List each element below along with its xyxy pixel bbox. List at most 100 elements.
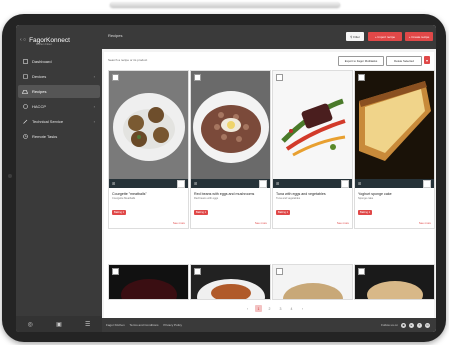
filter-icon: ⚲ [350,34,353,39]
footer-links: Fagor Kitchen Terms and Conditions Priva… [102,323,182,327]
recipe-name: Yoghurt sponge cake [358,192,392,196]
footer-link[interactable]: Privacy Policy [163,323,182,327]
favorite-checkbox[interactable] [177,180,185,188]
oven-icon: ⊞ [276,181,280,186]
settings-icon[interactable]: ▣ [56,321,62,328]
delete-selected-button[interactable]: Delete Selected [386,56,422,66]
see-more-link[interactable]: See more [173,221,185,225]
facebook-icon[interactable]: f [417,322,422,328]
stylus [110,2,340,7]
sidebar-item-devices[interactable]: Devices › [18,70,100,83]
page-button-1[interactable]: 1 [255,305,262,312]
select-checkbox[interactable] [194,74,201,81]
dashboard-icon [22,59,28,64]
sidebar-item-remote-tasks[interactable]: Remote Tasks [18,130,100,143]
favorite-checkbox[interactable] [259,180,267,188]
page-title: Recipes [108,33,123,38]
sidebar-item-label: Recipes [32,89,47,94]
recipe-image [355,265,434,299]
oven-icon: ⊞ [194,181,198,186]
chevron-down-icon: › [93,119,95,124]
favorite-checkbox[interactable] [423,180,431,188]
select-checkbox[interactable] [276,268,283,275]
recipe-subtitle: Sponge cake [358,197,374,200]
category-tag: Baking 1 [112,210,127,215]
page-button-3[interactable]: 3 [277,305,284,312]
social-links: Follow us on ◉ ▸ f in [381,322,430,328]
export-button[interactable]: Export to Fagor Multitasks [338,56,384,66]
recipe-image [273,71,352,179]
recipe-card[interactable]: ⊞ Tuna with eggs and vegetables Tuna and… [272,70,353,229]
footer-link[interactable]: Terms and Conditions [130,323,159,327]
tablet-frame: ‹ ○ FagorKonnect Kitchen Cloud Dashboard… [2,14,446,342]
page-button-2[interactable]: 2 [266,305,273,312]
linkedin-icon[interactable]: in [425,322,430,328]
sidebar-item-label: Dashboard [32,59,52,64]
menu-icon[interactable]: ☰ [85,321,90,328]
import-recipe-button[interactable]: + Import recipe [368,32,402,41]
sidebar-item-dashboard[interactable]: Dashboard [18,55,100,68]
sidebar-item-recipes[interactable]: Recipes [18,85,100,98]
recipe-name: Tuna with eggs and vegetables [276,192,326,196]
recipe-card[interactable]: ⊞ Courgette "meatballs" Courgette Meatba… [108,70,189,229]
recipe-icon [22,89,28,94]
favorite-checkbox[interactable] [341,180,349,188]
recipe-card[interactable] [108,264,189,300]
clock-icon [22,134,28,139]
select-checkbox[interactable] [112,268,119,275]
chevron-down-icon: › [93,74,95,79]
recipe-image [109,265,188,299]
follow-label: Follow us on [381,323,398,327]
instagram-icon[interactable]: ◉ [401,322,406,328]
oven-icon: ⊞ [112,181,116,186]
recipe-image [273,265,352,299]
next-page-button[interactable]: › [299,305,306,312]
top-bar: Recipes ⚲ Filter + Import recipe + Creat… [102,25,436,49]
see-more-link[interactable]: See more [255,221,267,225]
recipe-name: Courgette "meatballs" [112,192,147,196]
select-checkbox[interactable] [276,74,283,81]
select-checkbox[interactable] [358,268,365,275]
select-checkbox[interactable] [194,268,201,275]
sidebar-footer: ◎ ▣ ☰ [16,316,102,332]
see-more-link[interactable]: See more [419,221,431,225]
card-action-bar: ⊞ [191,179,270,188]
sidebar: ‹ ○ FagorKonnect Kitchen Cloud Dashboard… [16,25,102,332]
sidebar-item-haccp[interactable]: HACCP › [18,100,100,113]
select-checkbox[interactable] [112,74,119,81]
recipe-subtitle: Tuna and vegetables [276,197,301,200]
trash-icon[interactable]: ▾ [424,56,430,64]
youtube-icon[interactable]: ▸ [409,322,414,328]
screen: ‹ ○ FagorKonnect Kitchen Cloud Dashboard… [16,25,436,332]
recipe-card[interactable] [354,264,435,300]
prev-page-button[interactable]: ‹ [244,305,251,312]
footer: Fagor Kitchen Terms and Conditions Priva… [102,318,436,332]
create-recipe-button[interactable]: + Create recipe [405,32,433,41]
recipe-subtitle: Red beans with eggs [194,197,219,200]
card-action-bar: ⊞ [355,179,434,188]
filter-button[interactable]: ⚲ Filter [346,32,364,41]
sidebar-nav: Dashboard Devices › Recipes HACCP › Tech… [18,55,100,145]
category-tag: Baking 1 [194,210,209,215]
recipe-card[interactable] [190,264,271,300]
recipe-card[interactable] [272,264,353,300]
oven-icon: ⊞ [358,181,362,186]
search-input[interactable]: Search a recipe or its product [108,58,147,62]
recipe-image [109,71,188,179]
content-toolbar: Search a recipe or its product Export to… [108,56,430,66]
user-icon[interactable]: ◎ [28,321,33,328]
pagination: ‹ 1 2 3 4 › [244,305,306,312]
page-button-4[interactable]: 4 [288,305,295,312]
footer-link[interactable]: Fagor Kitchen [106,323,125,327]
recipe-subtitle: Courgette Meatballs [112,197,136,200]
sidebar-item-technical-service[interactable]: Technical Service › [18,115,100,128]
brand-logo[interactable]: ‹ ○ FagorKonnect Kitchen Cloud [20,33,100,47]
recipe-card[interactable]: ⊞ Yoghurt sponge cake Sponge cake Baking… [354,70,435,229]
recipe-card[interactable]: ⊞ Red beans with eggs and mushrooms Red … [190,70,271,229]
card-action-bar: ⊞ [109,179,188,188]
sidebar-item-label: Technical Service [32,119,64,124]
select-checkbox[interactable] [358,74,365,81]
category-tag: Baking 1 [276,210,291,215]
chevron-down-icon: › [93,104,95,109]
see-more-link[interactable]: See more [337,221,349,225]
